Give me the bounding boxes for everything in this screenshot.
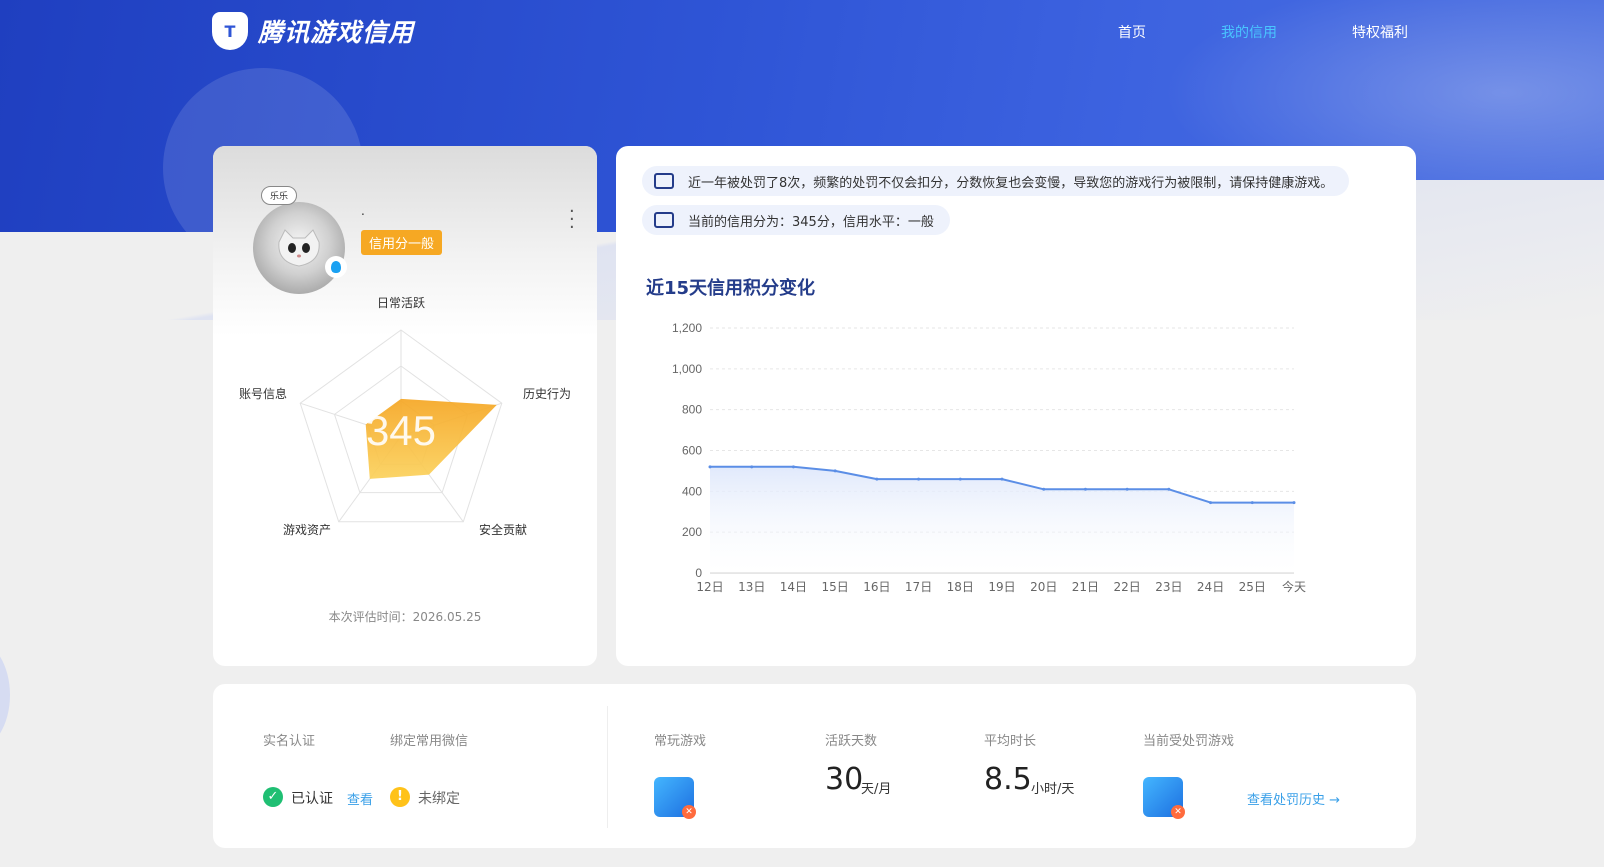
qq-penguin-icon xyxy=(325,256,347,278)
x-tick-label: 今天 xyxy=(1282,579,1306,594)
x-tick-label: 13日 xyxy=(738,580,765,594)
data-point xyxy=(791,465,795,469)
radar-label-account-info: 账号信息 xyxy=(239,387,288,401)
credit-radar-chart: 345 xyxy=(299,329,503,523)
radar-label-daily-activity: 日常活跃 xyxy=(377,296,426,310)
wechat-bind-label: 绑定常用微信 xyxy=(390,734,469,749)
y-tick-label: 600 xyxy=(682,444,702,458)
x-tick-label: 20日 xyxy=(1030,580,1057,594)
message-icon xyxy=(654,170,674,189)
series-area xyxy=(710,466,1294,573)
x-tick-label: 21日 xyxy=(1072,580,1099,594)
chart-title: 近15天信用积分变化 xyxy=(646,278,816,299)
avg-time-label: 平均时长 xyxy=(984,734,1037,749)
active-days-unit: 天/月 xyxy=(861,782,892,797)
y-tick-label: 1,200 xyxy=(672,321,702,335)
wechat-status: 未绑定 xyxy=(418,791,460,807)
nav-privileges[interactable]: 特权福利 xyxy=(1352,22,1408,42)
credit-score-notice-text: 当前的信用分为：345分，信用水平：一般 xyxy=(688,214,934,230)
y-tick-label: 0 xyxy=(695,566,702,580)
section-divider xyxy=(607,706,608,828)
data-point xyxy=(750,465,754,469)
x-tick-label: 19日 xyxy=(988,580,1015,594)
y-tick-label: 800 xyxy=(682,403,702,417)
brand-name: 腾讯游戏信用 xyxy=(258,18,415,47)
message-icon xyxy=(654,209,674,228)
x-tick-label: 24日 xyxy=(1197,580,1224,594)
data-point xyxy=(708,465,712,469)
credit-level-tag: 信用分一般 xyxy=(361,230,443,255)
active-days-value: 30 xyxy=(825,762,864,797)
avatar[interactable] xyxy=(253,202,345,294)
data-point xyxy=(1125,487,1129,491)
nickname: . xyxy=(361,204,365,218)
x-tick-label: 23日 xyxy=(1155,580,1182,594)
avg-time-value: 8.5 xyxy=(984,762,1032,797)
punished-game-icon[interactable]: ✕ xyxy=(1143,777,1185,819)
credit-trend-chart: 0 200 400 600 800 1,000 1,200 12日 13日 14日 15日 16日 17… xyxy=(672,321,1306,594)
x-tick-label: 18日 xyxy=(947,580,974,594)
decorative-bubble xyxy=(0,640,10,750)
data-point xyxy=(917,477,921,481)
y-tick-label: 400 xyxy=(682,484,702,498)
data-point xyxy=(875,477,879,481)
data-point xyxy=(1167,487,1171,491)
active-days-label: 活跃天数 xyxy=(825,734,878,749)
evaluation-time: 本次评估时间：2026.05.25 xyxy=(328,610,482,624)
warning-icon: ! xyxy=(390,787,410,807)
view-real-name-link[interactable]: 查看 xyxy=(347,789,373,808)
more-options-icon[interactable]: · · · xyxy=(569,203,575,237)
avg-time-unit: 小时/天 xyxy=(1031,782,1075,797)
data-point xyxy=(1209,501,1213,505)
real-name-status: 已认证 xyxy=(291,791,333,807)
data-point xyxy=(1083,487,1087,491)
x-tick-label: 25日 xyxy=(1239,580,1266,594)
nav-my-credit[interactable]: 我的信用 xyxy=(1221,22,1277,42)
frequent-game-icon[interactable]: ✕ xyxy=(654,777,696,819)
x-tick-label: 16日 xyxy=(863,580,890,594)
data-point xyxy=(1042,487,1046,491)
check-circle-icon: ✓ xyxy=(263,787,283,807)
data-point xyxy=(1250,501,1254,505)
penalty-notice: 近一年被处罚了8次，频繁的处罚不仅会扣分，分数恢复也会变慢，导致您的游戏行为被限… xyxy=(642,166,1350,196)
x-tick-label: 14日 xyxy=(780,580,807,594)
radar-label-security-contribution: 安全贡献 xyxy=(479,523,528,537)
x-tick-label: 12日 xyxy=(696,580,723,594)
nav-home[interactable]: 首页 xyxy=(1118,22,1146,42)
frequent-games-label: 常玩游戏 xyxy=(654,734,707,749)
profile-card: 乐乐 . 信用分一般 · · · 345 日常活跃 历史行为 安全贡献 游戏资产 账… xyxy=(213,146,597,666)
real-name-label: 实名认证 xyxy=(263,734,316,749)
credit-score: 345 xyxy=(366,407,436,454)
shield-logo-icon: T xyxy=(212,12,248,50)
credit-score-notice: 当前的信用分为：345分，信用水平：一般 xyxy=(642,205,950,235)
y-tick-label: 1,000 xyxy=(672,362,702,376)
x-tick-label: 17日 xyxy=(905,580,932,594)
logo[interactable]: T 腾讯游戏信用 xyxy=(212,12,414,50)
y-tick-label: 200 xyxy=(682,525,702,539)
data-point xyxy=(1000,477,1004,481)
radar-label-history-behavior: 历史行为 xyxy=(523,387,572,401)
radar-label-game-assets: 游戏资产 xyxy=(283,523,332,537)
account-summary-card: 实名认证 绑定常用微信 ✓ 已认证 查看 ! 未绑定 常玩游戏 ✕ 活跃天数 3… xyxy=(213,684,1416,848)
punished-games-label: 当前受处罚游戏 xyxy=(1143,734,1235,749)
avatar-speech-bubble: 乐乐 xyxy=(261,186,298,205)
x-tick-label: 22日 xyxy=(1114,580,1141,594)
view-penalty-history-link[interactable]: 查看处罚历史 → xyxy=(1247,789,1340,808)
x-tick-label: 15日 xyxy=(822,580,849,594)
data-point xyxy=(833,469,837,473)
data-point xyxy=(958,477,962,481)
cat-face-icon xyxy=(278,229,320,267)
data-point xyxy=(1292,501,1296,505)
credit-chart-card: 近一年被处罚了8次，频繁的处罚不仅会扣分，分数恢复也会变慢，导致您的游戏行为被限… xyxy=(616,146,1416,666)
penalty-notice-text: 近一年被处罚了8次，频繁的处罚不仅会扣分，分数恢复也会变慢，导致您的游戏行为被限… xyxy=(688,175,1334,191)
